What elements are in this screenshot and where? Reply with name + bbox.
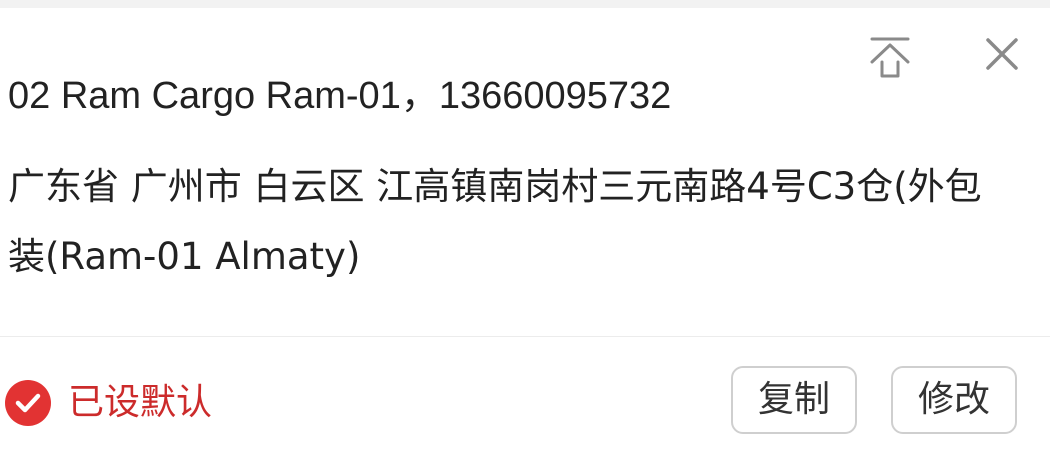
contact-name-phone: 02 Ram Cargo Ram-01，13660095732 xyxy=(8,75,672,117)
pin-to-top-icon[interactable] xyxy=(866,32,914,80)
address-card: 02 Ram Cargo Ram-01，13660095732 广东省 广州市 … xyxy=(0,8,1050,463)
address-text: 广东省 广州市 白云区 江高镇南岗村三元南路4号C3仓(外包装(Ram-01 A… xyxy=(8,165,982,278)
default-address-label: 已设默认 xyxy=(68,382,213,423)
default-checkbox[interactable] xyxy=(5,380,51,426)
copy-button[interactable]: 复制 xyxy=(731,366,857,434)
edit-button[interactable]: 修改 xyxy=(891,366,1017,434)
close-icon[interactable] xyxy=(978,30,1026,78)
checkmark-icon xyxy=(15,393,41,413)
divider xyxy=(0,336,1050,337)
